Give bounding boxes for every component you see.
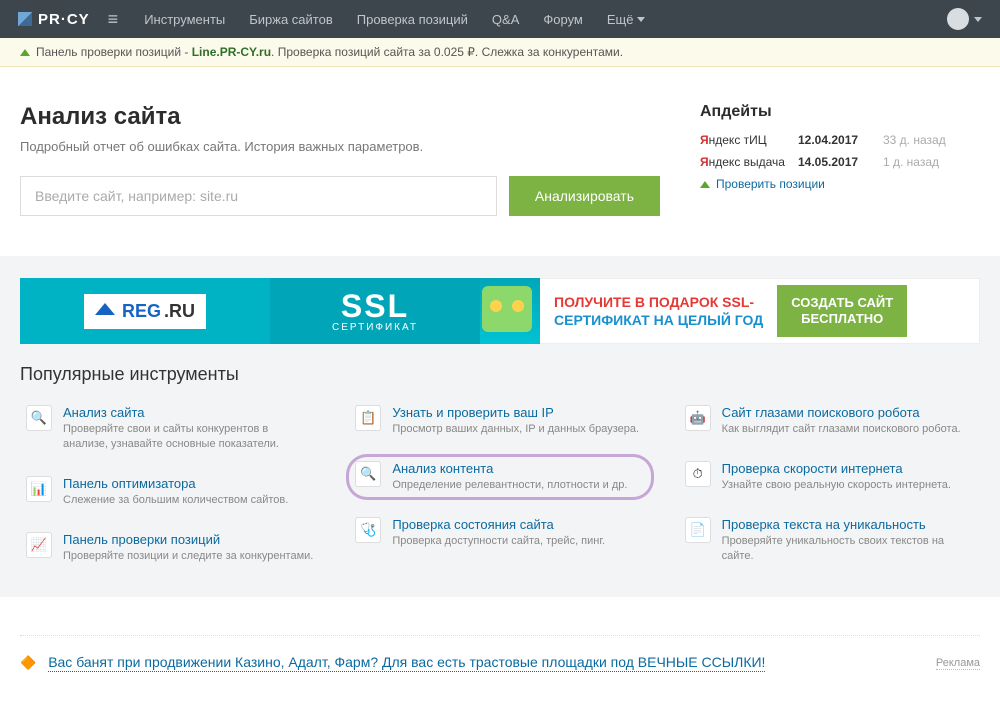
tool-title: Сайт глазами поискового робота — [722, 405, 974, 420]
logo[interactable]: PR·CY — [18, 11, 90, 28]
tool-title: Панель оптимизатора — [63, 476, 315, 491]
tool-desc: Проверяйте позиции и следите за конкурен… — [63, 549, 315, 564]
tool-desc: Слежение за большим количеством сайтов. — [63, 493, 315, 508]
banner-ssl: SSL СЕРТИФИКАТ — [270, 278, 480, 344]
analyze-button[interactable]: Анализировать — [509, 176, 660, 216]
tool-desc: Проверяйте свои и сайты конкурентов в ан… — [63, 422, 315, 452]
tool-icon: ⏱ — [685, 461, 711, 487]
chevron-down-icon — [974, 17, 982, 22]
nav-item[interactable]: Инструменты — [144, 12, 225, 27]
tool-icon: 📄 — [685, 517, 711, 543]
tool-icon: 📊 — [26, 476, 52, 502]
banner-reg: REG.RU — [20, 278, 270, 344]
page-title: Анализ сайта — [20, 103, 660, 131]
user-menu[interactable] — [947, 8, 982, 30]
triangle-up-icon — [20, 49, 30, 56]
nav-links: Инструменты Биржа сайтов Проверка позиций Q… — [144, 12, 645, 27]
nav-item[interactable]: Форум — [543, 12, 583, 27]
footer-promo: 🔶 Вас банят при продвижении Казино, Адал… — [20, 635, 980, 672]
avatar-icon — [947, 8, 969, 30]
tool-title: Анализ контента — [392, 461, 644, 476]
tool-item[interactable]: 🩺 Проверка состояния сайта Проверка доступ… — [349, 513, 650, 553]
chevron-down-icon — [637, 17, 645, 22]
promo-link[interactable]: Вас банят при продвижении Казино, Адалт,… — [48, 654, 765, 672]
tool-icon: 🤖 — [685, 405, 711, 431]
banner-robot — [480, 278, 540, 344]
tool-item[interactable]: 🔍 Анализ сайта Проверяйте свои и сайты кон… — [20, 401, 321, 456]
updates-title: Апдейты — [700, 103, 980, 121]
tool-title: Проверка состояния сайта — [392, 517, 644, 532]
tool-grid: 🔍 Анализ сайта Проверяйте свои и сайты кон… — [0, 401, 1000, 567]
alert-text: Панель проверки позиций - Line.PR-CY.ru.… — [36, 45, 623, 59]
tool-icon: 📋 — [355, 405, 381, 431]
alert-link[interactable]: Line.PR-CY.ru — [192, 45, 271, 59]
alert-bar: Панель проверки позиций - Line.PR-CY.ru.… — [0, 38, 1000, 67]
tool-item[interactable]: 📈 Панель проверки позиций Проверяйте позиц… — [20, 528, 321, 568]
popular-tools-title: Популярные инструменты — [20, 364, 980, 385]
tool-icon: 📈 — [26, 532, 52, 558]
update-row: Яндекс тИЦ12.04.201733 д. назад — [700, 133, 980, 147]
ad-banner[interactable]: REG.RU SSL СЕРТИФИКАТ ПОЛУЧИТЕ В ПОДАРОК… — [20, 278, 980, 344]
tool-item[interactable]: ⏱ Проверка скорости интернета Узнайте свою… — [679, 457, 980, 497]
diamond-icon: 🔶 — [20, 655, 36, 671]
nav-item[interactable]: Проверка позиций — [357, 12, 468, 27]
nav-more[interactable]: Ещё — [607, 12, 646, 27]
banner-cta[interactable]: СОЗДАТЬ САЙТ БЕСПЛАТНО — [777, 285, 907, 338]
tool-desc: Определение релевантности, плотности и д… — [392, 478, 644, 493]
update-row: Яндекс выдача14.05.20171 д. назад — [700, 155, 980, 169]
hero: Анализ сайта Подробный отчет об ошибках … — [20, 103, 660, 216]
robot-icon — [482, 286, 532, 332]
tool-icon: 🩺 — [355, 517, 381, 543]
tool-title: Панель проверки позиций — [63, 532, 315, 547]
triangle-up-icon — [700, 181, 710, 188]
tool-title: Узнать и проверить ваш IP — [392, 405, 644, 420]
tool-title: Проверка скорости интернета — [722, 461, 974, 476]
tool-desc: Проверяйте уникальность своих текстов на… — [722, 534, 974, 564]
banner-text: ПОЛУЧИТЕ В ПОДАРОК SSL- СЕРТИФИКАТ НА ЦЕ… — [554, 293, 763, 329]
tool-desc: Как выглядит сайт глазами поискового роб… — [722, 422, 974, 437]
check-positions-link[interactable]: Проверить позиции — [700, 177, 980, 191]
tool-item[interactable]: 📊 Панель оптимизатора Слежение за большим … — [20, 472, 321, 512]
tool-item[interactable]: 📋 Узнать и проверить ваш IP Просмотр ваших… — [349, 401, 650, 441]
house-icon — [95, 303, 115, 315]
nav-item[interactable]: Q&A — [492, 12, 519, 27]
hamburger-icon[interactable]: ≡ — [108, 9, 119, 30]
tool-item[interactable]: 🤖 Сайт глазами поискового робота Как выгля… — [679, 401, 980, 441]
logo-icon — [18, 12, 32, 26]
brand-text: PR·CY — [38, 11, 90, 28]
page-subtitle: Подробный отчет об ошибках сайта. Истори… — [20, 139, 660, 154]
nav-item[interactable]: Биржа сайтов — [249, 12, 333, 27]
ad-label[interactable]: Реклама — [936, 657, 980, 670]
updates-panel: Апдейты Яндекс тИЦ12.04.201733 д. назад Я… — [700, 103, 980, 216]
tool-title: Анализ сайта — [63, 405, 315, 420]
tool-item[interactable]: 📄 Проверка текста на уникальность Проверяй… — [679, 513, 980, 568]
tool-desc: Просмотр ваших данных, IP и данных брауз… — [392, 422, 644, 437]
tool-icon: 🔍 — [355, 461, 381, 487]
tool-item[interactable]: 🔍 Анализ контента Определение релевантност… — [349, 457, 650, 497]
tool-desc: Проверка доступности сайта, трейс, пинг. — [392, 534, 644, 549]
site-input[interactable] — [20, 176, 497, 216]
navbar: PR·CY ≡ Инструменты Биржа сайтов Проверка … — [0, 0, 1000, 38]
tool-desc: Узнайте свою реальную скорость интернета… — [722, 478, 974, 493]
tool-title: Проверка текста на уникальность — [722, 517, 974, 532]
tool-icon: 🔍 — [26, 405, 52, 431]
